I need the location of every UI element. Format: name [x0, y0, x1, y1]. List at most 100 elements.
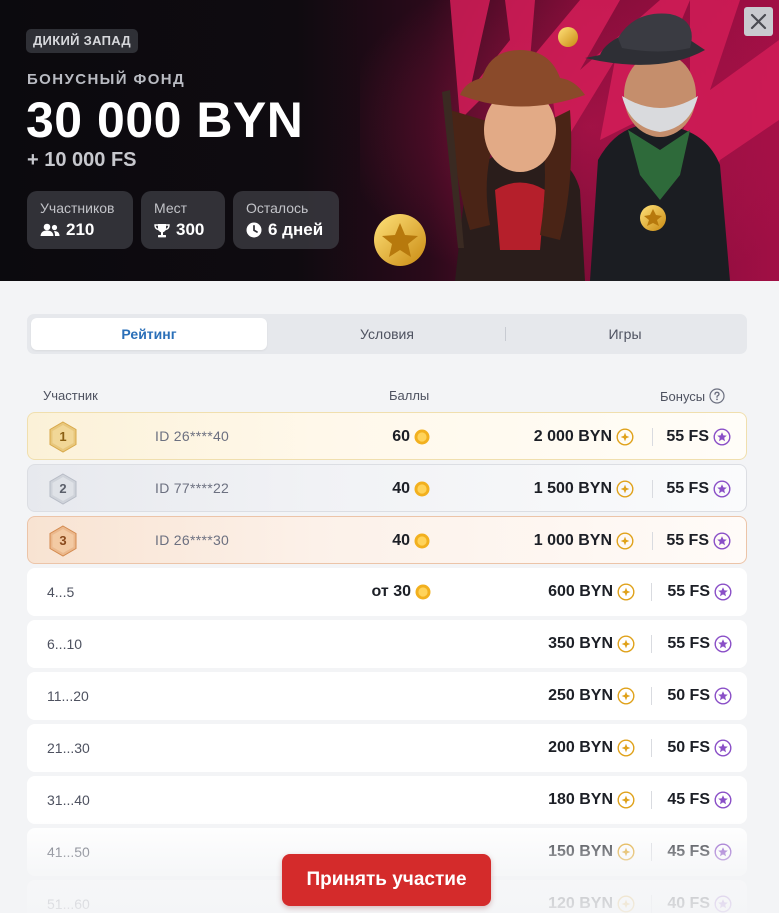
stat-places: Мест 300 — [141, 191, 225, 249]
prize-amount: 350 BYN — [548, 635, 613, 652]
points-value: 40 — [392, 532, 410, 549]
column-divider — [652, 532, 653, 550]
trophy-icon — [154, 223, 170, 237]
tab-conditions[interactable]: Условия — [269, 318, 505, 350]
tournament-tag: ДИКИЙ ЗАПАД — [26, 29, 138, 53]
place-range: 41...50 — [47, 844, 90, 860]
wild-west-promo-art — [360, 0, 779, 281]
column-divider — [651, 791, 652, 809]
place-range: 6...10 — [47, 636, 83, 652]
stat-participants-value: 210 — [66, 220, 95, 239]
tab-games[interactable]: Игры — [507, 318, 743, 350]
rank-number: 2 — [59, 481, 67, 496]
stat-time-left-label: Осталось — [246, 200, 309, 216]
join-tournament-button[interactable]: Принять участие — [282, 854, 491, 906]
table-row: 3 ID 26****30 40 1 000 BYN 55 FS — [27, 516, 747, 564]
place-range: 31...40 — [47, 792, 90, 808]
close-icon — [750, 13, 767, 30]
prize-pool-label: БОНУСНЫЙ ФОНД — [27, 71, 186, 88]
cash-bonus-icon — [617, 895, 635, 913]
freespins-amount: 40 FS — [667, 895, 710, 912]
freespin-icon — [713, 480, 731, 498]
column-divider — [651, 895, 652, 913]
prize-freespins: + 10 000 FS — [27, 149, 137, 171]
cash-bonus-icon — [617, 687, 635, 705]
tab-divider — [505, 327, 506, 341]
freespins-amount: 55 FS — [667, 635, 710, 652]
place-range: 21...30 — [47, 740, 90, 756]
rank-number: 1 — [59, 429, 67, 444]
cash-bonus-icon — [616, 480, 634, 498]
cash-bonus-icon — [617, 739, 635, 757]
stat-places-label: Мест — [154, 200, 188, 216]
stat-participants: Участников 210 — [27, 191, 133, 249]
freespin-icon — [714, 635, 732, 653]
table-row: 21...30 200 BYN 50 FS — [27, 724, 747, 772]
coin-icon — [414, 481, 430, 497]
prize-amount: 120 BYN — [548, 895, 613, 912]
cash-bonus-icon — [616, 532, 634, 550]
table-row: 2 ID 77****22 40 1 500 BYN 55 FS — [27, 464, 747, 512]
hero-banner: ДИКИЙ ЗАПАД БОНУСНЫЙ ФОНД 30 000 BYN + 1… — [0, 0, 779, 281]
cash-bonus-icon — [616, 428, 634, 446]
cash-bonus-icon — [617, 791, 635, 809]
column-divider — [651, 583, 652, 601]
prize-amount: 2 000 BYN — [533, 428, 612, 445]
freespin-icon — [714, 739, 732, 757]
table-row: 11...20 250 BYN 50 FS — [27, 672, 747, 720]
table-row: 1 ID 26****40 60 2 000 BYN 55 FS — [27, 412, 747, 460]
help-icon[interactable] — [709, 388, 725, 404]
stat-participants-label: Участников — [40, 200, 115, 216]
points-value: 60 — [392, 428, 410, 445]
table-row: 6...10 350 BYN 55 FS — [27, 620, 747, 668]
header-bonuses: Бонусы — [660, 388, 725, 404]
prize-amount: 150 BYN — [548, 843, 613, 860]
freespin-icon — [714, 583, 732, 601]
stat-time-left-value: 6 дней — [268, 220, 324, 239]
freespins-amount: 55 FS — [666, 480, 709, 497]
cash-bonus-icon — [617, 635, 635, 653]
column-divider — [651, 687, 652, 705]
freespin-icon — [714, 843, 732, 861]
cash-bonus-icon — [617, 583, 635, 601]
coin-icon — [415, 584, 431, 600]
prize-amount: 1 000 BYN — [533, 532, 612, 549]
cash-bonus-icon — [617, 843, 635, 861]
prize-amount: 200 BYN — [548, 739, 613, 756]
freespin-icon — [713, 428, 731, 446]
coin-icon — [414, 533, 430, 549]
prize-amount: 180 BYN — [548, 791, 613, 808]
column-divider — [652, 480, 653, 498]
table-row: 4...5 от 30 600 BYN 55 FS — [27, 568, 747, 616]
tab-rating[interactable]: Рейтинг — [31, 318, 267, 350]
stat-time-left: Осталось 6 дней — [233, 191, 339, 249]
prize-amount: 1 500 BYN — [533, 480, 612, 497]
users-icon — [40, 223, 60, 236]
clock-icon — [246, 222, 262, 238]
prize-pool-amount: 30 000 BYN — [26, 92, 304, 148]
tournament-tabs: Рейтинг Условия Игры — [27, 314, 747, 354]
header-bonuses-label: Бонусы — [660, 388, 706, 404]
freespin-icon — [714, 895, 732, 913]
participant-id: ID 26****30 — [155, 532, 230, 548]
prize-amount: 600 BYN — [548, 583, 613, 600]
column-divider — [651, 843, 652, 861]
freespins-amount: 55 FS — [667, 583, 710, 600]
freespins-amount: 55 FS — [666, 532, 709, 549]
freespin-icon — [713, 532, 731, 550]
freespins-amount: 50 FS — [667, 739, 710, 756]
stat-places-value: 300 — [176, 220, 205, 239]
freespin-icon — [714, 791, 732, 809]
freespins-amount: 45 FS — [667, 843, 710, 860]
freespins-amount: 50 FS — [667, 687, 710, 704]
column-divider — [652, 428, 653, 446]
rank-number: 3 — [59, 533, 67, 548]
table-row: 31...40 180 BYN 45 FS — [27, 776, 747, 824]
close-button[interactable] — [744, 7, 773, 36]
freespins-amount: 55 FS — [666, 428, 709, 445]
coin-icon — [414, 429, 430, 445]
header-points: Баллы — [389, 388, 430, 403]
participant-id: ID 26****40 — [155, 428, 230, 444]
points-value: 40 — [392, 480, 410, 497]
freespins-amount: 45 FS — [667, 791, 710, 808]
